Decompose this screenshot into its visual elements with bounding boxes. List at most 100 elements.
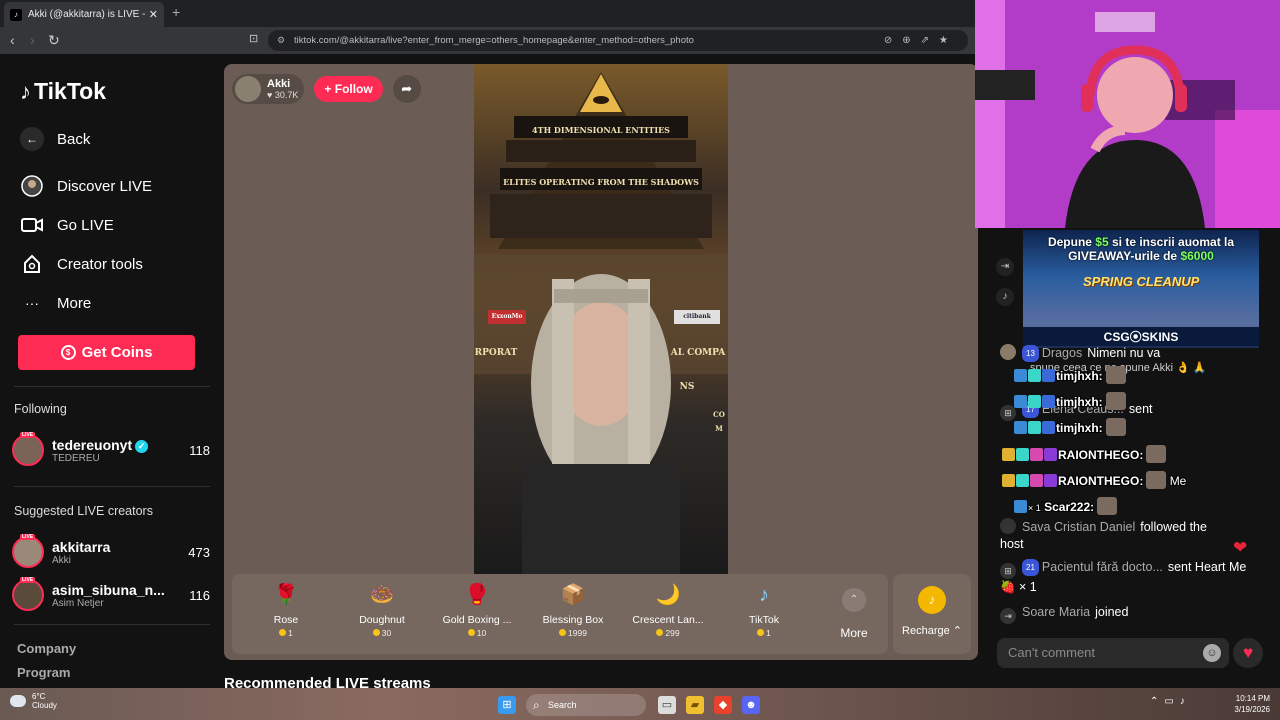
bookmark-icon[interactable]: ⊡: [249, 32, 258, 45]
nav-go-live[interactable]: Go LIVE: [20, 213, 114, 237]
coin-icon: [757, 629, 765, 636]
tab-title: Akki (@akkitarra) is LIVE - Tik: [28, 9, 145, 20]
logo-text: TikTok: [34, 78, 106, 104]
footer-program-link[interactable]: Program: [17, 665, 70, 680]
coin-icon: [372, 629, 380, 636]
chat-user[interactable]: Pacientul fără docto...: [1042, 560, 1163, 574]
avatar: [1000, 518, 1016, 534]
suggested-creator[interactable]: LIVE asim_sibuna_n... Asim Netjer 116: [12, 577, 210, 613]
host-badge[interactable]: Akki ♥ 30.7K: [232, 74, 305, 104]
avatar: LIVE: [12, 577, 44, 611]
gift-blessing-box[interactable]: 📦 Blessing Box 1999: [533, 580, 613, 638]
suggested-creator[interactable]: LIVE akkitarra Akki 473: [12, 534, 210, 570]
system-tray-icons[interactable]: ⌃▭♪: [1150, 696, 1191, 707]
nav-creator-tools[interactable]: Creator tools: [20, 252, 143, 276]
back-button[interactable]: ← Back: [20, 127, 90, 151]
nav-label: Discover LIVE: [57, 177, 153, 195]
follow-button[interactable]: + Follow: [314, 76, 383, 102]
clock[interactable]: 10:14 PM 3/19/2026: [1230, 693, 1270, 715]
close-tab-icon[interactable]: ✕: [149, 8, 158, 21]
gift-tiktok[interactable]: ♪ TikTok 1: [724, 580, 804, 638]
emote-icon: [1097, 497, 1118, 515]
chevron-up-icon: ⌃: [842, 588, 866, 612]
comment-input[interactable]: Can't comment ☺: [997, 638, 1229, 668]
stream-chat-overlay: RAIONTHEGO: Me: [1002, 471, 1186, 489]
recharge-button[interactable]: ♪ Recharge ⌃: [893, 574, 971, 654]
chat-message: ⇥ Soare Maria joined: [1000, 604, 1262, 624]
new-tab-button[interactable]: +: [172, 4, 180, 20]
url-bar-icons[interactable]: ⊘⊕⇗★: [884, 30, 958, 51]
crown-icon: [1002, 474, 1015, 487]
overlay-text: × 1: [1028, 503, 1041, 513]
overlay-username: RAIONTHEGO:: [1058, 448, 1144, 462]
url-text: tiktok.com/@akkitarra/live?enter_from_me…: [294, 35, 694, 46]
more-gifts-button[interactable]: ⌃ More: [832, 588, 876, 640]
browser-tab-bar: ♪ Akki (@akkitarra) is LIVE - Tik ✕ +: [0, 0, 975, 27]
creator-sub: Asim Netjer: [52, 597, 104, 609]
gift-crescent-lantern[interactable]: 🌙 Crescent Lan... 299: [628, 580, 708, 638]
tiktok-icon[interactable]: ♪: [996, 288, 1014, 306]
tiktok-logo[interactable]: ♪ TikTok: [20, 78, 106, 105]
discover-live-icon: [20, 174, 44, 198]
nav-more[interactable]: ··· More: [20, 291, 91, 315]
stream-chat-overlay: × 1 Scar222:: [1014, 497, 1118, 515]
sidebar: ♪ TikTok ← Back Discover LIVE Go LIVE Cr…: [0, 54, 222, 688]
heart-icon: ❤: [1233, 538, 1248, 557]
coin-icon: $: [60, 345, 76, 360]
browser-tab[interactable]: ♪ Akki (@akkitarra) is LIVE - Tik ✕: [4, 2, 164, 27]
emote-icon: [1105, 418, 1126, 436]
following-creator[interactable]: LIVE tedereuonyt ✓ TEDEREU 118: [12, 432, 210, 468]
webcam-scene: [975, 0, 1280, 228]
ad-amount: $5: [1095, 235, 1109, 249]
creator-name: akkitarra: [52, 538, 111, 555]
back-arrow-icon[interactable]: ‹: [10, 32, 15, 48]
weather-widget[interactable]: 6°C Cloudy: [10, 692, 57, 710]
gift-price: 1: [766, 628, 771, 638]
emoji-icon[interactable]: ☺: [1203, 644, 1221, 662]
windows-taskbar: 6°C Cloudy ⊞ Search ▭ ▰ ◆ ☻ ⌃▭♪ 10:14 PM…: [0, 688, 1280, 720]
forward-arrow-icon[interactable]: ›: [30, 32, 35, 48]
windows-start-icon[interactable]: ⊞: [498, 696, 516, 714]
badge-icon: [1014, 421, 1027, 434]
taskbar-search[interactable]: Search: [526, 694, 646, 716]
share-icon[interactable]: ➦: [392, 75, 421, 103]
back-label: Back: [57, 130, 91, 148]
ad-text-part: si te inscrii auomat la: [1108, 235, 1235, 249]
coin-icon: [656, 629, 664, 636]
reload-icon[interactable]: ↻: [48, 32, 60, 49]
more-dots-icon: ···: [25, 295, 39, 311]
gift-rose[interactable]: 🌹 Rose 1: [246, 580, 326, 638]
host-avatar: [235, 76, 261, 102]
chat-user[interactable]: Soare Maria: [1022, 605, 1090, 619]
get-coins-button[interactable]: $ Get Coins: [18, 335, 195, 370]
blessing-box-gift-icon: 📦: [560, 584, 586, 606]
chat-user[interactable]: Dragos: [1042, 346, 1082, 360]
overlay-username: timjhxh:: [1056, 369, 1103, 383]
footer-company-link[interactable]: Company: [17, 641, 76, 656]
nav-discover-live[interactable]: Discover LIVE: [20, 174, 152, 198]
video-text: ExxonMo: [491, 313, 523, 320]
chat-user[interactable]: Sava Cristian Daniel: [1022, 520, 1135, 534]
host-name: Akki: [267, 78, 291, 90]
gift-doughnut[interactable]: 🍩 Doughnut 30: [342, 580, 422, 638]
discord-icon[interactable]: ☻: [742, 696, 760, 714]
brave-browser-icon[interactable]: ◆: [714, 696, 732, 714]
nav-label: More: [57, 294, 92, 312]
file-explorer-icon[interactable]: ▰: [686, 696, 704, 714]
gift-gold-boxing[interactable]: 🥊 Gold Boxing ... 10: [437, 580, 517, 638]
task-view-icon[interactable]: ▭: [658, 696, 676, 714]
host-likes: ♥ 30.7K: [267, 90, 298, 100]
badge-icon: [1044, 448, 1057, 461]
host-likes-value: 30.7K: [274, 90, 299, 100]
back-arrow-icon: ←: [20, 127, 44, 151]
url-field[interactable]: ⚙ tiktok.com/@akkitarra/live?enter_from_…: [268, 30, 968, 51]
enter-icon[interactable]: ⇥: [996, 258, 1014, 276]
gold-boxing-gift-icon: 🥊: [464, 584, 490, 606]
site-info-icon[interactable]: ⚙: [277, 30, 285, 51]
divider: [14, 624, 210, 625]
recharge-label: Recharge ⌃: [902, 625, 962, 637]
tiktok-note-icon: ♪: [20, 78, 31, 104]
stream-chat-overlay: RAIONTHEGO:: [1002, 445, 1167, 463]
live-video[interactable]: 4TH DIMENSIONAL ENTITIES ELITES OPERATIN…: [474, 64, 728, 574]
like-heart-button[interactable]: ♥: [1233, 638, 1263, 668]
